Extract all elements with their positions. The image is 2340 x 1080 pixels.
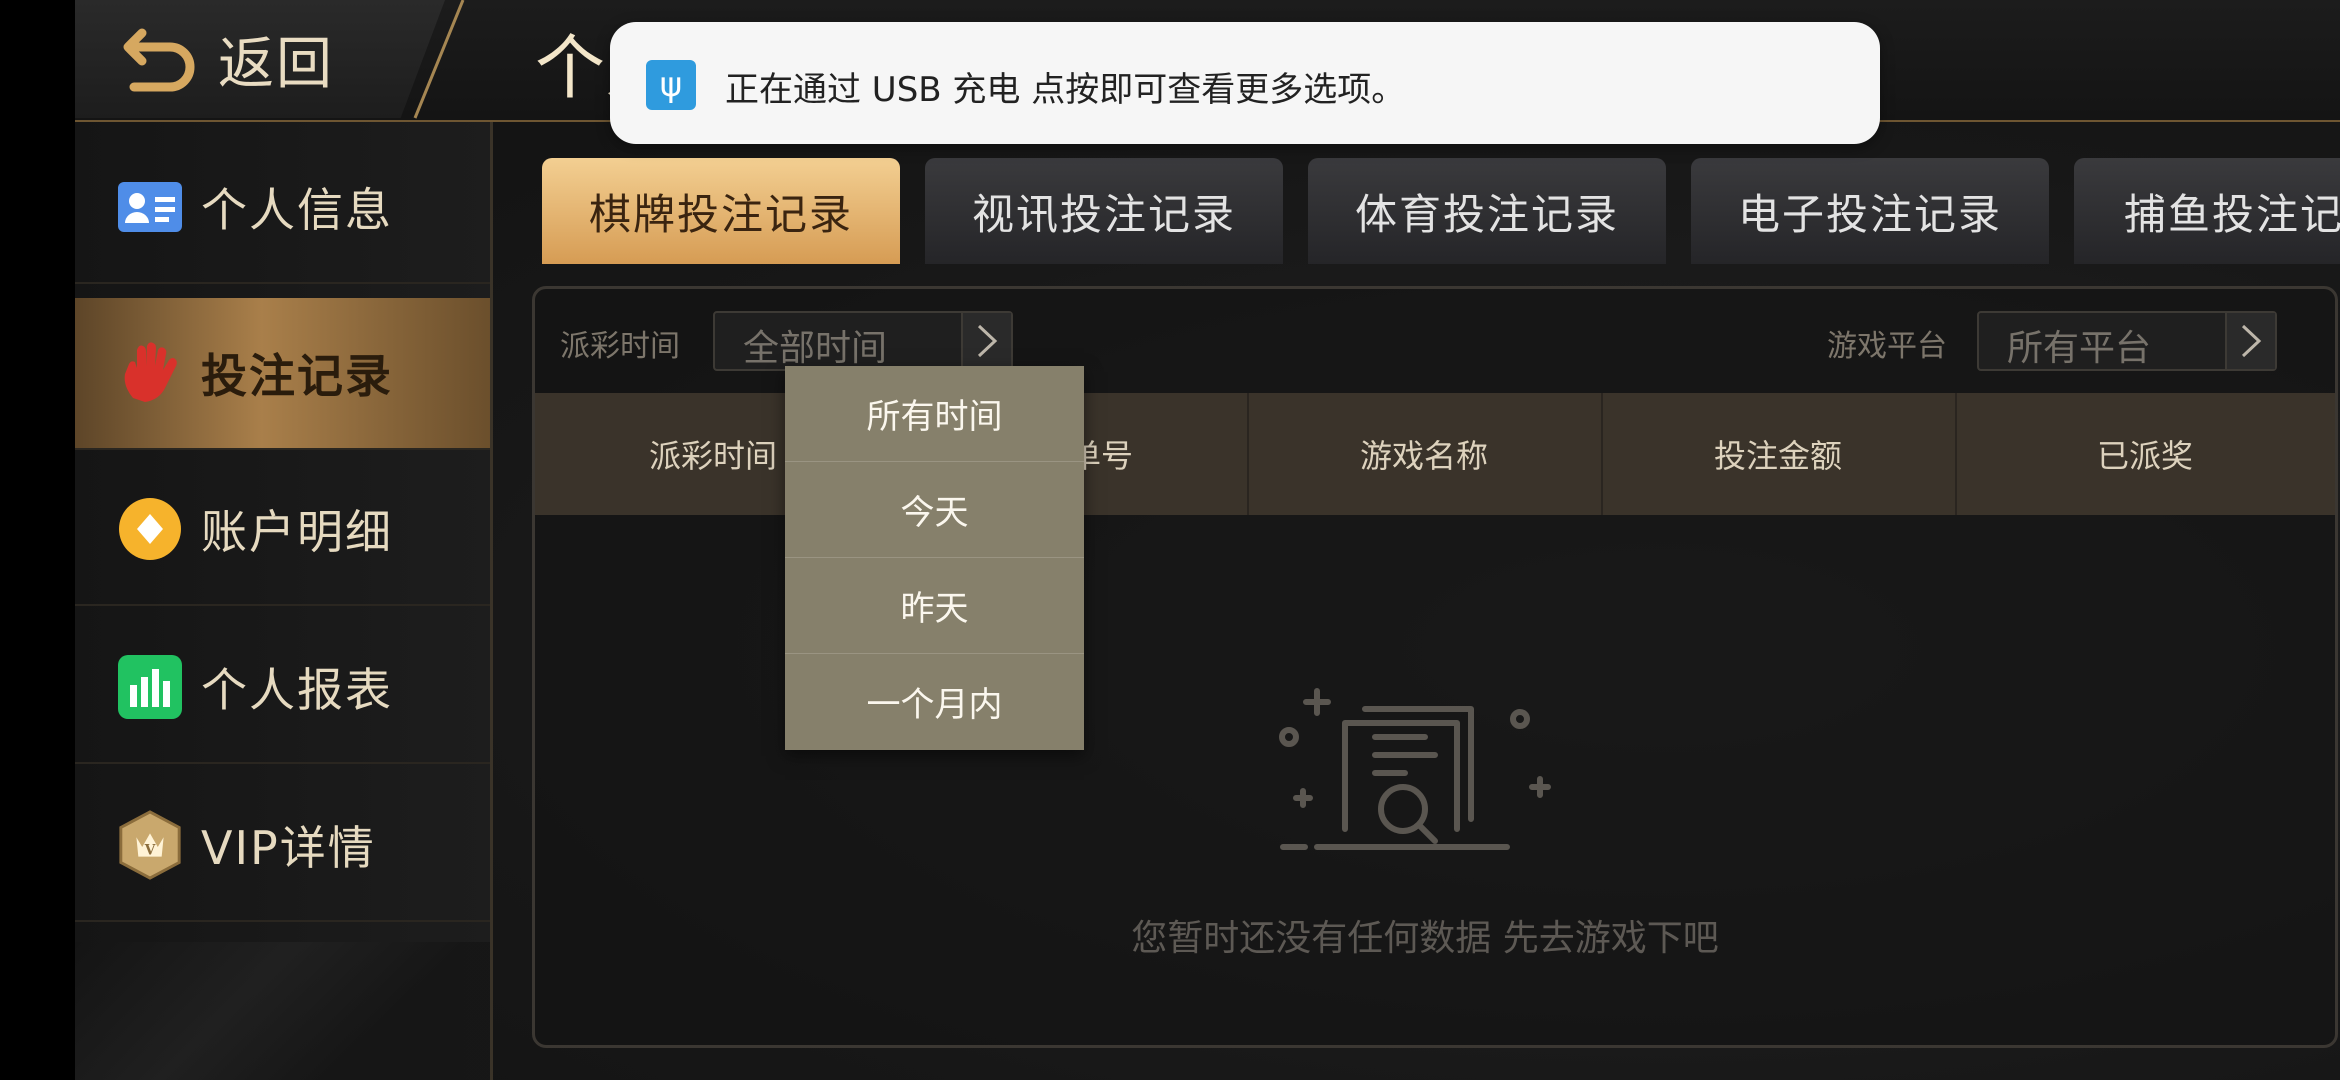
platform-select[interactable]: 所有平台 bbox=[1977, 311, 2277, 371]
sidebar-item-label: VIP详情 bbox=[201, 821, 376, 875]
column-header: 已派奖 bbox=[2096, 437, 2193, 475]
dropdown-option-today[interactable]: 今天 bbox=[785, 462, 1084, 558]
sidebar-item-vip[interactable]: V VIP详情 bbox=[75, 770, 490, 922]
hand-icon bbox=[115, 338, 185, 408]
tab-chess-card-records[interactable]: 棋牌投注记录 bbox=[542, 158, 900, 264]
record-tabs: 棋牌投注记录 视讯投注记录 体育投注记录 电子投注记录 捕鱼投注记录 bbox=[542, 158, 2340, 266]
app-window: 返回 个人中心 个人信息 投注记录 账户明细 bbox=[75, 0, 2340, 1080]
sidebar-item-label: 账户明细 bbox=[201, 505, 393, 559]
back-arrow-icon bbox=[123, 28, 195, 92]
sidebar-item-profile[interactable]: 个人信息 bbox=[75, 132, 490, 284]
usb-icon: ψ bbox=[646, 60, 696, 110]
vip-crown-icon: V bbox=[115, 810, 185, 880]
empty-records-icon bbox=[1279, 688, 1551, 850]
tab-live-video-records[interactable]: 视讯投注记录 bbox=[925, 158, 1283, 264]
sidebar-item-account-details[interactable]: 账户明细 bbox=[75, 454, 490, 606]
tab-sports-records[interactable]: 体育投注记录 bbox=[1308, 158, 1666, 264]
time-filter-label: 派彩时间 bbox=[560, 329, 680, 364]
dropdown-option-all-time[interactable]: 所有时间 bbox=[785, 366, 1084, 462]
platform-select-value: 所有平台 bbox=[2007, 328, 2152, 369]
tab-fishing-records[interactable]: 捕鱼投注记录 bbox=[2074, 158, 2340, 264]
empty-state-text: 您暂时还没有任何数据 先去游戏下吧 bbox=[1131, 918, 1719, 959]
dropdown-option-within-month[interactable]: 一个月内 bbox=[785, 654, 1084, 749]
notification-text: 正在通过 USB 充电 点按即可查看更多选项。 bbox=[725, 70, 1406, 110]
diamond-coin-icon bbox=[115, 494, 185, 564]
platform-filter-label: 游戏平台 bbox=[1827, 329, 1947, 364]
header-divider bbox=[413, 0, 465, 119]
column-header: 投注金额 bbox=[1601, 393, 1957, 515]
sidebar-item-bet-records[interactable]: 投注记录 bbox=[75, 298, 490, 450]
id-card-icon bbox=[115, 172, 185, 242]
usb-charging-notification[interactable]: ψ 正在通过 USB 充电 点按即可查看更多选项。 bbox=[610, 22, 1880, 144]
sidebar-item-reports[interactable]: 个人报表 bbox=[75, 612, 490, 764]
tab-electronic-records[interactable]: 电子投注记录 bbox=[1691, 158, 2049, 264]
sidebar-item-label: 个人信息 bbox=[201, 183, 393, 237]
column-header: 游戏名称 bbox=[1247, 393, 1603, 515]
chevron-right-icon bbox=[2225, 313, 2275, 369]
back-label: 返回 bbox=[218, 31, 334, 97]
bar-chart-icon bbox=[115, 652, 185, 722]
time-dropdown-menu: 所有时间 今天 昨天 一个月内 bbox=[785, 366, 1084, 750]
sidebar-decoration bbox=[75, 942, 490, 1080]
dropdown-option-yesterday[interactable]: 昨天 bbox=[785, 558, 1084, 654]
sidebar-item-label: 个人报表 bbox=[201, 663, 393, 717]
chevron-right-icon bbox=[961, 313, 1011, 369]
time-select-value: 全部时间 bbox=[743, 328, 888, 369]
svg-text:V: V bbox=[144, 843, 156, 859]
sidebar-item-label: 投注记录 bbox=[201, 349, 393, 403]
time-select[interactable]: 全部时间 bbox=[713, 311, 1013, 371]
sidebar: 个人信息 投注记录 账户明细 个人报表 V VIP详情 bbox=[75, 122, 493, 1080]
